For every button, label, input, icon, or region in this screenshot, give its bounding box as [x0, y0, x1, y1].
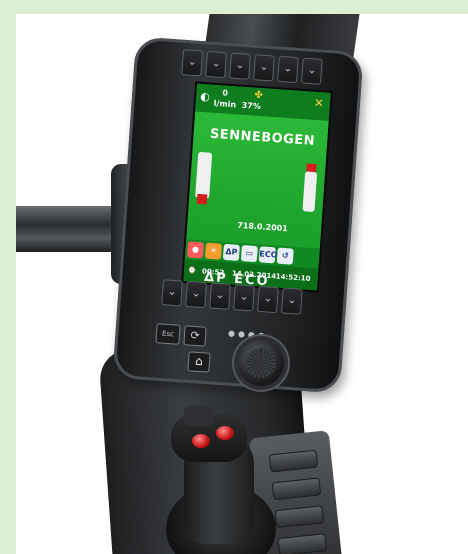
warning-icon[interactable]: ●	[186, 241, 205, 259]
softkey-button[interactable]: ⌄	[205, 50, 227, 79]
cab-icon[interactable]: ▭	[240, 245, 258, 263]
flow-value: 0	[222, 88, 229, 98]
rotary-knob[interactable]	[238, 340, 284, 386]
softkey-button[interactable]: ⌄	[181, 49, 204, 77]
eco-icon[interactable]: ECO	[258, 246, 278, 264]
photo-frame: ⌄ ⌄ ⌄ ⌄ ⌄ ⌄ 0 l/min 37% ◐ ✤ ✕ SENNEBOGEN 718.…	[16, 14, 468, 554]
clock-value: 14:52:10	[275, 272, 311, 283]
boom-position-right-icon	[302, 171, 318, 213]
fan-icon: ✤	[254, 89, 264, 102]
boom-position-left-icon	[195, 151, 213, 199]
console-switch[interactable]	[268, 449, 319, 473]
console-switch[interactable]	[274, 505, 325, 529]
console-switch[interactable]	[277, 533, 328, 554]
display-screen: 0 l/min 37% ◐ ✤ ✕ SENNEBOGEN 718.0.2001 …	[181, 81, 333, 293]
flow-unit: l/min	[213, 98, 237, 110]
softkey-button[interactable]: ⌄	[300, 57, 323, 85]
softkey-button[interactable]: ⌄	[280, 287, 303, 315]
softkey-button[interactable]: ⌄	[229, 52, 251, 80]
softkey-button[interactable]: ⌄	[277, 55, 299, 84]
home-icon[interactable]: ⌂	[187, 351, 211, 373]
screen-top-bar: 0 l/min 37% ◐ ✤ ✕	[195, 83, 331, 121]
pressure-icon[interactable]: ΔP	[222, 243, 240, 261]
gauge-icon: ◐	[199, 89, 211, 104]
console-switch[interactable]	[271, 477, 322, 501]
softkey-button[interactable]: ⌄	[233, 284, 255, 312]
esc-button[interactable]: Esc	[155, 323, 181, 345]
softkey-button[interactable]: ⌄	[161, 279, 184, 307]
rotate-icon[interactable]: ↺	[276, 247, 294, 265]
rotate-view-button[interactable]: ⟳	[183, 325, 207, 347]
light-icon[interactable]: ☀	[204, 242, 222, 260]
hours-icon: ⌚	[187, 266, 197, 275]
brand-logo: SENNEBOGEN	[209, 126, 316, 149]
joystick-red-button[interactable]	[216, 426, 234, 440]
percent-value: 37%	[241, 100, 262, 112]
joystick-red-button[interactable]	[192, 434, 210, 448]
softkey-button[interactable]: ⌄	[209, 282, 231, 310]
machine-serial: 718.0.2001	[236, 220, 289, 234]
softkey-button[interactable]: ⌄	[253, 54, 275, 82]
softkey-button[interactable]: ⌄	[185, 280, 207, 309]
softkey-button[interactable]: ⌄	[257, 285, 279, 314]
tools-icon[interactable]: ✕	[313, 96, 324, 111]
joystick-thumb-switch[interactable]	[184, 406, 214, 426]
